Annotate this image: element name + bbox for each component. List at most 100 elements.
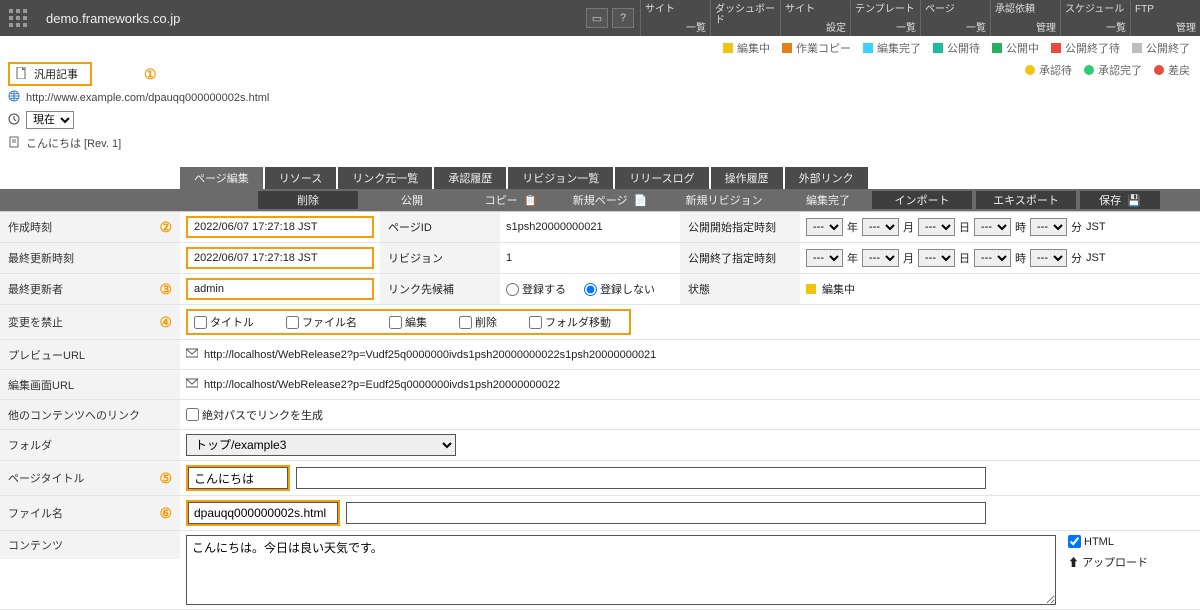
lock-filename[interactable]: ファイル名 [286, 314, 357, 330]
layout-toggle-button[interactable]: ▭ [586, 8, 608, 28]
copy-button[interactable]: コピー📋 [466, 191, 556, 209]
edit-url-label: 編集画面URL [8, 377, 74, 393]
folder-select[interactable]: トップ/example3 [186, 434, 456, 456]
tab-linkfrom[interactable]: リンク元一覧 [338, 167, 432, 189]
upload-button[interactable]: ⬆ アップロード [1068, 554, 1148, 570]
domain-label: demo.frameworks.co.jp [36, 0, 190, 36]
pubend-min[interactable]: --- [1030, 249, 1067, 267]
pagetitle-label: ページタイトル [8, 470, 85, 486]
import-button[interactable]: インポート [872, 191, 972, 209]
folder-label: フォルダ [8, 437, 52, 453]
pubstart-min[interactable]: --- [1030, 218, 1067, 236]
pubstart-datetime: ---年 ---月 ---日 ---時 ---分 JST [806, 218, 1106, 236]
otherlink-label: 他のコンテンツへのリンク [8, 407, 140, 423]
nav-tab-dashboard[interactable]: ダッシュボード [710, 0, 780, 36]
lock-title[interactable]: タイトル [194, 314, 254, 330]
lock-edit[interactable]: 編集 [389, 314, 427, 330]
page-tabs: ページ編集 リソース リンク元一覧 承認履歴 リビジョン一覧 リリースログ 操作… [0, 167, 1200, 189]
delete-button[interactable]: 削除 [258, 191, 358, 209]
pubend-label: 公開終了指定時刻 [688, 250, 776, 266]
pubend-year[interactable]: --- [806, 249, 843, 267]
content-label: コンテンツ [8, 537, 63, 553]
export-button[interactable]: エキスポート [976, 191, 1076, 209]
mail-icon [186, 347, 198, 362]
legend-approval-states: 承認待 承認完了 差戻 [1015, 60, 1200, 82]
nav-tab-approval[interactable]: 承認依頼管理 [990, 0, 1060, 36]
annotation-5: ⑤ [159, 470, 172, 487]
nav-tab-page[interactable]: ページ一覧 [920, 0, 990, 36]
new-page-button[interactable]: 新規ページ📄 [560, 191, 660, 209]
save-icon: 💾 [1127, 194, 1141, 207]
updater-label: 最終更新者 [8, 281, 63, 297]
nav-tab-site-list[interactable]: サイト一覧 [640, 0, 710, 36]
tab-release-log[interactable]: リリースログ [615, 167, 708, 189]
pubstart-label: 公開開始指定時刻 [688, 219, 776, 235]
linkcand-register[interactable]: 登録する [506, 281, 566, 297]
pubstart-day[interactable]: --- [918, 218, 955, 236]
publish-button[interactable]: 公開 [362, 191, 462, 209]
legend-publish-states: 編集中 作業コピー 編集完了 公開待 公開中 公開終了待 公開終了 [0, 36, 1200, 60]
tab-external-link[interactable]: 外部リンク [785, 167, 868, 189]
new-icon: 📄 [634, 194, 648, 207]
tab-op-history[interactable]: 操作履歴 [711, 167, 783, 189]
clock-icon [8, 113, 20, 128]
copy-icon: 📋 [524, 194, 538, 207]
time-mode-select[interactable]: 現在 [26, 111, 74, 129]
filename-label: ファイル名 [8, 505, 63, 521]
lock-foldermove[interactable]: フォルダ移動 [529, 314, 611, 330]
nav-tab-schedule[interactable]: スケジュール一覧 [1060, 0, 1130, 36]
tab-revisions[interactable]: リビジョン一覧 [508, 167, 613, 189]
linkcand-noregister[interactable]: 登録しない [584, 281, 655, 297]
help-button[interactable]: ? [612, 8, 634, 28]
revision-title: こんにちは [Rev. 1] [26, 135, 121, 151]
pubend-day[interactable]: --- [918, 249, 955, 267]
app-logo-icon [0, 0, 36, 36]
top-nav-tabs: サイト一覧 ダッシュボード サイト設定 テンプレート一覧 ページ一覧 承認依頼管… [640, 0, 1200, 36]
page-form: 作成時刻 ② 2022/06/07 17:27:18 JST ページID s1ps… [0, 211, 1200, 610]
preview-label: プレビューURL [8, 347, 85, 363]
pubend-datetime: ---年 ---月 ---日 ---時 ---分 JST [806, 249, 1106, 267]
status-label: 状態 [688, 281, 710, 297]
save-button[interactable]: 保存💾 [1080, 191, 1160, 209]
page-icon [16, 67, 28, 82]
tab-approval-history[interactable]: 承認履歴 [434, 167, 506, 189]
pubstart-hour[interactable]: --- [974, 218, 1011, 236]
filename-input-ext[interactable] [346, 502, 986, 524]
pageid-value: s1psh20000000021 [506, 221, 603, 233]
pagetitle-input-ext[interactable] [296, 467, 986, 489]
mail-icon [186, 377, 198, 392]
absolute-path-checkbox[interactable]: 絶対パスでリンクを生成 [186, 407, 323, 423]
status-value: 編集中 [822, 281, 855, 297]
topbar: demo.frameworks.co.jp ▭ ? サイト一覧 ダッシュボード … [0, 0, 1200, 36]
pubstart-year[interactable]: --- [806, 218, 843, 236]
new-revision-button[interactable]: 新規リビジョン [664, 191, 784, 209]
lock-options: タイトル ファイル名 編集 削除 フォルダ移動 [186, 309, 631, 335]
annotation-3: ③ [159, 281, 172, 298]
updated-label: 最終更新時刻 [8, 250, 74, 266]
edit-url: http://localhost/WebRelease2?p=Eudf25q00… [204, 379, 560, 391]
tab-resource[interactable]: リソース [265, 167, 336, 189]
status-color-icon [806, 284, 816, 294]
pageid-label: ページID [388, 219, 432, 235]
template-name-box: 汎用記事 [8, 62, 92, 86]
annotation-6: ⑥ [159, 505, 172, 522]
tab-page-edit[interactable]: ページ編集 [180, 167, 263, 189]
html-checkbox[interactable]: HTML [1068, 535, 1136, 548]
annotation-4: ④ [159, 314, 172, 331]
lock-label: 変更を禁止 [8, 314, 63, 330]
lock-delete[interactable]: 削除 [459, 314, 497, 330]
edit-complete-button[interactable]: 編集完了 [788, 191, 868, 209]
nav-tab-template[interactable]: テンプレート一覧 [850, 0, 920, 36]
page-public-url: http://www.example.com/dpauqq000000002s.… [26, 92, 269, 104]
pubend-month[interactable]: --- [862, 249, 899, 267]
pubstart-month[interactable]: --- [862, 218, 899, 236]
filename-input[interactable] [188, 502, 338, 524]
nav-tab-site-settings[interactable]: サイト設定 [780, 0, 850, 36]
updated-value: 2022/06/07 17:27:18 JST [186, 247, 374, 269]
pubend-hour[interactable]: --- [974, 249, 1011, 267]
created-label: 作成時刻 [8, 219, 52, 235]
pagetitle-input[interactable] [188, 467, 288, 489]
nav-tab-ftp[interactable]: FTP管理 [1130, 0, 1200, 36]
doc-icon [8, 136, 20, 151]
annotation-2: ② [159, 219, 172, 236]
